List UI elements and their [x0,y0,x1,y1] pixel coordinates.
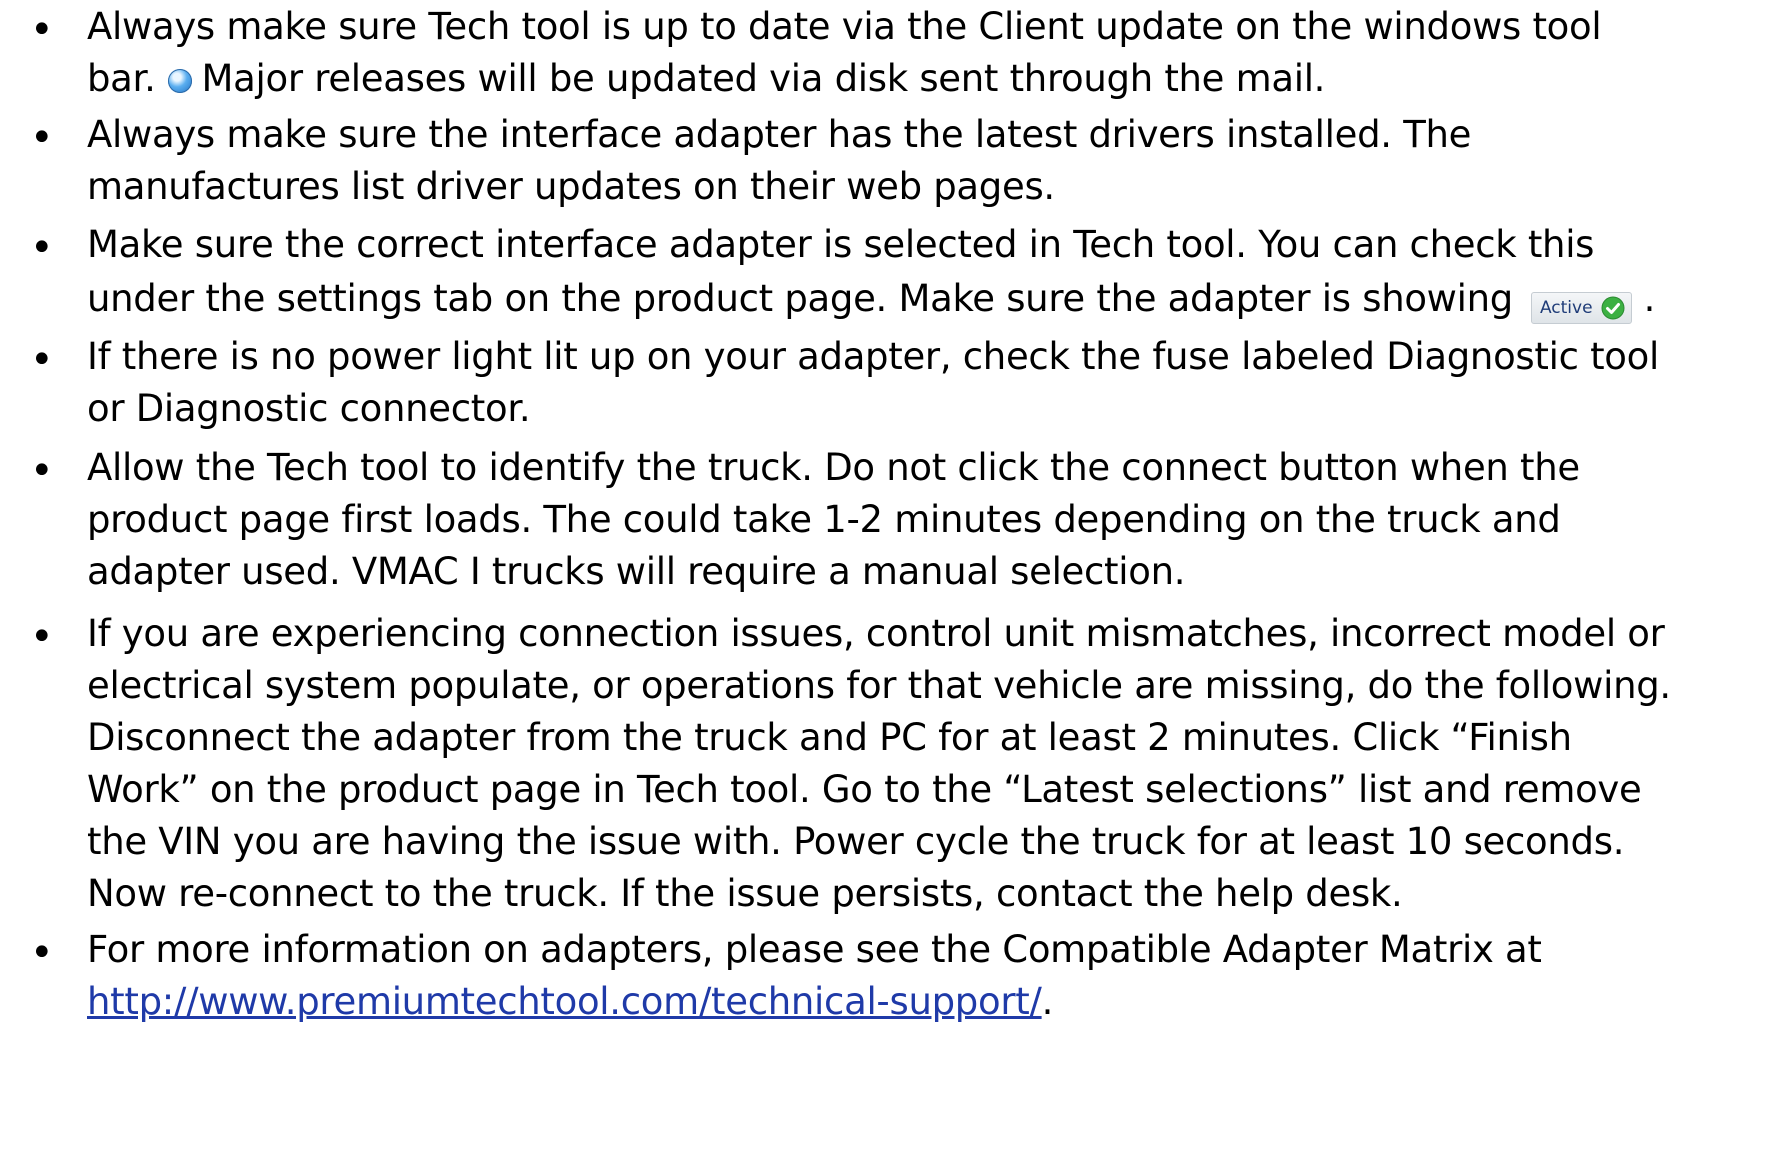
bullet-marker: • [30,614,54,660]
bullet-marker: • [30,337,54,383]
text-line: For more information on adapters, please… [87,928,1542,971]
text-line: Work” on the product page in Tech tool. … [87,768,1642,811]
text-line: under the settings tab on the product pa… [87,269,1655,329]
globe-icon [167,69,192,93]
text-line: or Diagnostic connector. [87,387,531,430]
text-segment: under the settings tab on the product pa… [87,277,1513,320]
text-line: If there is no power light lit up on you… [87,335,1659,378]
text-line: electrical system populate, or operation… [87,664,1671,707]
text-line: Now re-connect to the truck. If the issu… [87,872,1403,915]
text-line: bar. Major releases will be updated via d… [87,49,1325,109]
support-link[interactable]: http://www.premiumtechtool.com/technical… [87,980,1042,1023]
text-line: adapter used. VMAC I trucks will require… [87,550,1186,593]
text-line: product page first loads. The could take… [87,498,1561,541]
text-line: Allow the Tech tool to identify the truc… [87,446,1580,489]
text-line: Disconnect the adapter from the truck an… [87,716,1572,759]
text-line: the VIN you are having the issue with. P… [87,820,1625,863]
text-segment: . [1041,980,1054,1023]
text-line: manufactures list driver updates on thei… [87,165,1055,208]
text-segment: . [1643,277,1656,320]
text-line: Always make sure the interface adapter h… [87,113,1472,156]
text-line: Make sure the correct interface adapter … [87,223,1595,266]
bullet-marker: • [30,115,54,161]
text-line: http://www.premiumtechtool.com/technical… [87,972,1053,1032]
bullet-marker: • [30,930,54,976]
active-status-badge: Active [1530,292,1632,324]
bullet-marker: • [30,225,54,271]
green-check-icon [1601,296,1625,320]
text-segment: Major releases will be updated via disk … [201,57,1326,100]
bullet-marker: • [30,7,54,53]
bullet-marker: • [30,448,54,494]
active-status-label: Active [1539,298,1593,318]
text-segment: bar. [87,57,156,100]
text-line: If you are experiencing connection issue… [87,612,1665,655]
